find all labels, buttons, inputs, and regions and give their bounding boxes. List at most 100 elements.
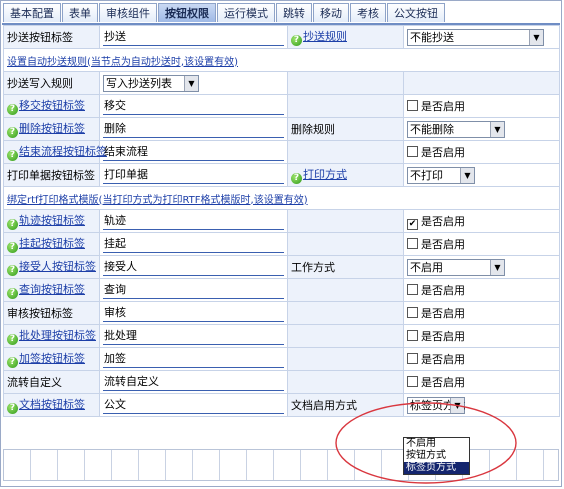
cc-rule-value: 不能抄送 <box>410 30 454 44</box>
transfer-label-link[interactable]: 移交按钮标签 <box>19 99 85 112</box>
work-mode-select[interactable]: 不启用 ▼ <box>407 258 505 276</box>
delete-rule-select[interactable]: 不能删除 ▼ <box>407 120 505 138</box>
accept-input[interactable]: 接受人 <box>103 259 284 276</box>
help-icon[interactable]: ? <box>7 242 18 253</box>
hold-label-link[interactable]: 挂起按钮标签 <box>19 237 85 250</box>
bottom-toolbar <box>3 449 559 481</box>
help-icon[interactable]: ? <box>7 150 18 161</box>
track-enable-label: 是否启用 <box>421 214 465 228</box>
track-label-link[interactable]: 轨迹按钮标签 <box>19 214 85 227</box>
batch-input[interactable]: 批处理 <box>103 328 284 345</box>
print-mode-value: 不打印 <box>410 168 443 182</box>
batch-enable-label: 是否启用 <box>421 330 465 343</box>
chevron-down-icon[interactable]: ▼ <box>450 397 464 413</box>
query-label-link[interactable]: 查询按钮标签 <box>19 283 85 296</box>
end-flow-label-link[interactable]: 结束流程按钮标签 <box>19 145 107 158</box>
hold-input[interactable]: 挂起 <box>103 236 284 253</box>
work-mode-label: 工作方式 <box>291 261 335 274</box>
dropdown-option[interactable]: 不启用 <box>404 438 469 450</box>
help-icon[interactable]: ? <box>7 403 18 414</box>
countersign-enable-label: 是否启用 <box>421 353 465 366</box>
tab-assessment[interactable]: 考核 <box>350 3 386 22</box>
doc-label-link[interactable]: 文档按钮标签 <box>19 398 85 411</box>
doc-input[interactable]: 公文 <box>103 397 284 414</box>
help-icon[interactable]: ? <box>291 173 302 184</box>
help-icon[interactable]: ? <box>7 219 18 230</box>
table-row: 抄送写入规则 写入抄送列表 ▼ <box>3 71 560 95</box>
countersign-enable-checkbox[interactable] <box>407 353 418 364</box>
tab-jump[interactable]: 跳转 <box>276 3 312 22</box>
print-label-text: 打印单据按钮标签 <box>7 169 95 182</box>
help-icon[interactable]: ? <box>7 288 18 299</box>
tab-button-permissions[interactable]: 按钮权限 <box>158 3 216 22</box>
chevron-down-icon[interactable]: ▼ <box>529 29 543 45</box>
end-flow-input[interactable]: 结束流程 <box>103 144 284 161</box>
track-input[interactable]: 轨迹 <box>103 213 284 230</box>
countersign-input[interactable]: 加签 <box>103 351 284 368</box>
help-icon[interactable]: ? <box>7 334 18 345</box>
table-row: 设置自动抄送规则(当节点为自动抄送时,该设置有效) <box>3 48 560 72</box>
track-enable-checkbox[interactable]: ✔ <box>407 218 418 230</box>
table-row: ? 挂起按钮标签 挂起 是否启用 <box>3 232 560 256</box>
print-mode-link[interactable]: 打印方式 <box>303 168 347 181</box>
chevron-down-icon[interactable]: ▼ <box>490 259 504 275</box>
print-mode-select[interactable]: 不打印 ▼ <box>407 166 475 184</box>
transfer-enable-checkbox[interactable] <box>407 100 418 111</box>
tab-run-mode[interactable]: 运行模式 <box>217 3 275 22</box>
doc-mode-select[interactable]: 标签页方式 ▼ <box>407 396 465 414</box>
table-row: ? 批处理按钮标签 批处理 是否启用 <box>3 324 560 348</box>
print-template-link[interactable]: 绑定rtf打印格式模版(当打印方式为打印RTF格式模版时,该设置有效) <box>7 195 308 206</box>
table-row: ? 文档按钮标签 公文 文档启用方式 标签页方式 ▼ <box>3 393 560 417</box>
batch-enable-checkbox[interactable] <box>407 330 418 341</box>
countersign-label-link[interactable]: 加签按钮标签 <box>19 352 85 365</box>
help-icon[interactable]: ? <box>291 35 302 46</box>
help-icon[interactable]: ? <box>7 127 18 138</box>
batch-label-link[interactable]: 批处理按钮标签 <box>19 329 96 342</box>
query-input[interactable]: 查询 <box>103 282 284 299</box>
audit-input[interactable]: 审核 <box>103 305 284 322</box>
tab-form[interactable]: 表单 <box>62 3 98 22</box>
table-row: 抄送按钮标签 抄送 ? 抄送规则 不能抄送 ▼ <box>3 25 560 49</box>
hold-enable-checkbox[interactable] <box>407 238 418 249</box>
print-input[interactable]: 打印单据 <box>103 167 284 184</box>
cc-auto-rule-link[interactable]: 设置自动抄送规则(当节点为自动抄送时,该设置有效) <box>7 57 238 68</box>
chevron-down-icon[interactable]: ▼ <box>184 75 198 91</box>
cc-label-text: 抄送按钮标签 <box>7 31 73 44</box>
hold-enable-label: 是否启用 <box>421 238 465 251</box>
audit-enable-checkbox[interactable] <box>407 307 418 318</box>
custom-flow-input[interactable]: 流转自定义 <box>103 374 284 391</box>
query-enable-checkbox[interactable] <box>407 284 418 295</box>
end-flow-enable-checkbox[interactable] <box>407 146 418 157</box>
table-row: ? 删除按钮标签 删除 删除规则 不能删除 ▼ <box>3 117 560 141</box>
tab-audit-component[interactable]: 审核组件 <box>99 3 157 22</box>
table-row: ? 加签按钮标签 加签 是否启用 <box>3 347 560 371</box>
delete-input[interactable]: 删除 <box>103 121 284 138</box>
work-mode-value: 不启用 <box>410 260 443 274</box>
cc-rule-link[interactable]: 抄送规则 <box>303 30 347 43</box>
table-row: 打印单据按钮标签 打印单据 ? 打印方式 不打印 ▼ <box>3 163 560 187</box>
audit-label-text: 审核按钮标签 <box>7 307 73 320</box>
help-icon[interactable]: ? <box>7 265 18 276</box>
table-row: ? 查询按钮标签 查询 是否启用 <box>3 278 560 302</box>
tab-basic-config[interactable]: 基本配置 <box>3 3 61 22</box>
help-icon[interactable]: ? <box>7 104 18 115</box>
transfer-input[interactable]: 移交 <box>103 98 284 115</box>
settings-table: 抄送按钮标签 抄送 ? 抄送规则 不能抄送 ▼ 设置自动抄送规则(当节点为自动抄送时… <box>3 25 560 417</box>
chevron-down-icon[interactable]: ▼ <box>490 121 504 137</box>
custom-flow-enable-checkbox[interactable] <box>407 376 418 387</box>
tab-mobile[interactable]: 移动 <box>313 3 349 22</box>
table-row: 流转自定义 流转自定义 是否启用 <box>3 370 560 394</box>
audit-enable-label: 是否启用 <box>421 307 465 320</box>
delete-label-link[interactable]: 删除按钮标签 <box>19 122 85 135</box>
table-row: 审核按钮标签 审核 是否启用 <box>3 301 560 325</box>
help-icon[interactable]: ? <box>7 357 18 368</box>
tab-document-buttons[interactable]: 公文按钮 <box>387 3 445 22</box>
cc-rule-select[interactable]: 不能抄送 ▼ <box>407 28 544 46</box>
cc-write-select[interactable]: 写入抄送列表 ▼ <box>103 74 199 92</box>
cc-label-input[interactable]: 抄送 <box>103 29 284 46</box>
table-row: ? 接受人按钮标签 接受人 工作方式 不启用 ▼ <box>3 255 560 279</box>
dropdown-option-selected[interactable]: 标签页方式 <box>404 462 469 474</box>
accept-label-link[interactable]: 接受人按钮标签 <box>19 260 96 273</box>
chevron-down-icon[interactable]: ▼ <box>460 167 474 183</box>
dropdown-option[interactable]: 按钮方式 <box>404 450 469 462</box>
